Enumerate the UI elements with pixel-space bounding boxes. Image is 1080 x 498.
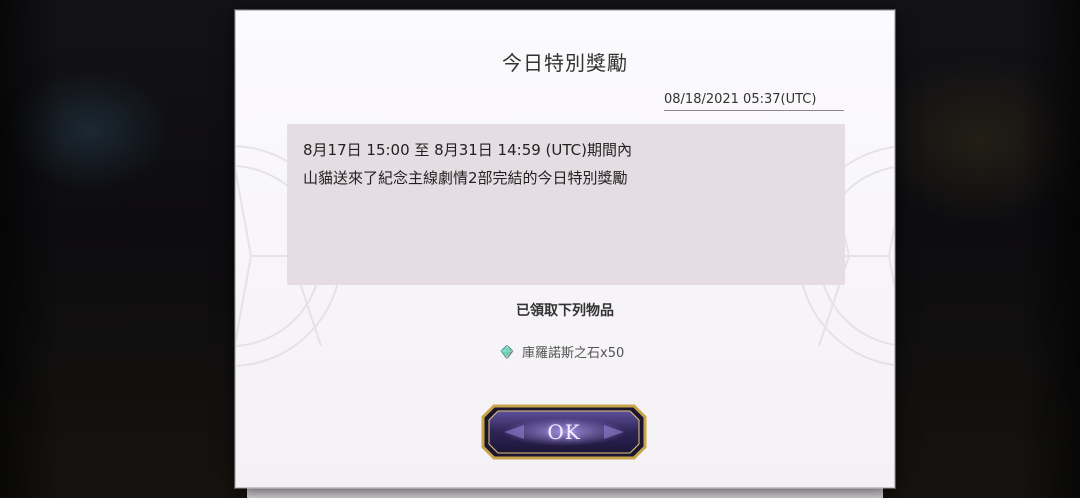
daily-reward-dialog: 今日特別獎勵 08/18/2021 05:37(UTC) 8月17日 15:00… bbox=[235, 10, 895, 488]
received-items-label: 已領取下列物品 bbox=[516, 303, 614, 319]
message-line: 8月17日 15:00 至 8月31日 14:59 (UTC)期間內 bbox=[303, 141, 632, 159]
reward-item-label: 庫羅諾斯之石x50 bbox=[522, 346, 625, 361]
timestamp: 08/18/2021 05:37(UTC) bbox=[664, 92, 844, 111]
dialog-bottom-strip bbox=[247, 488, 883, 498]
ok-button-label: OK bbox=[547, 420, 581, 444]
message-line: 山貓送來了紀念主線劇情2部完結的今日特別獎勵 bbox=[303, 169, 628, 187]
reward-item: 庫羅諾斯之石x50 bbox=[500, 342, 624, 361]
message-box: 8月17日 15:00 至 8月31日 14:59 (UTC)期間內 山貓送來了… bbox=[287, 124, 845, 285]
background-shade-right bbox=[1020, 0, 1080, 498]
dialog-title: 今日特別獎勵 bbox=[502, 51, 628, 75]
background-shade-left bbox=[0, 0, 60, 498]
chronos-stone-icon bbox=[500, 344, 514, 359]
ok-button[interactable]: OK bbox=[480, 403, 648, 461]
